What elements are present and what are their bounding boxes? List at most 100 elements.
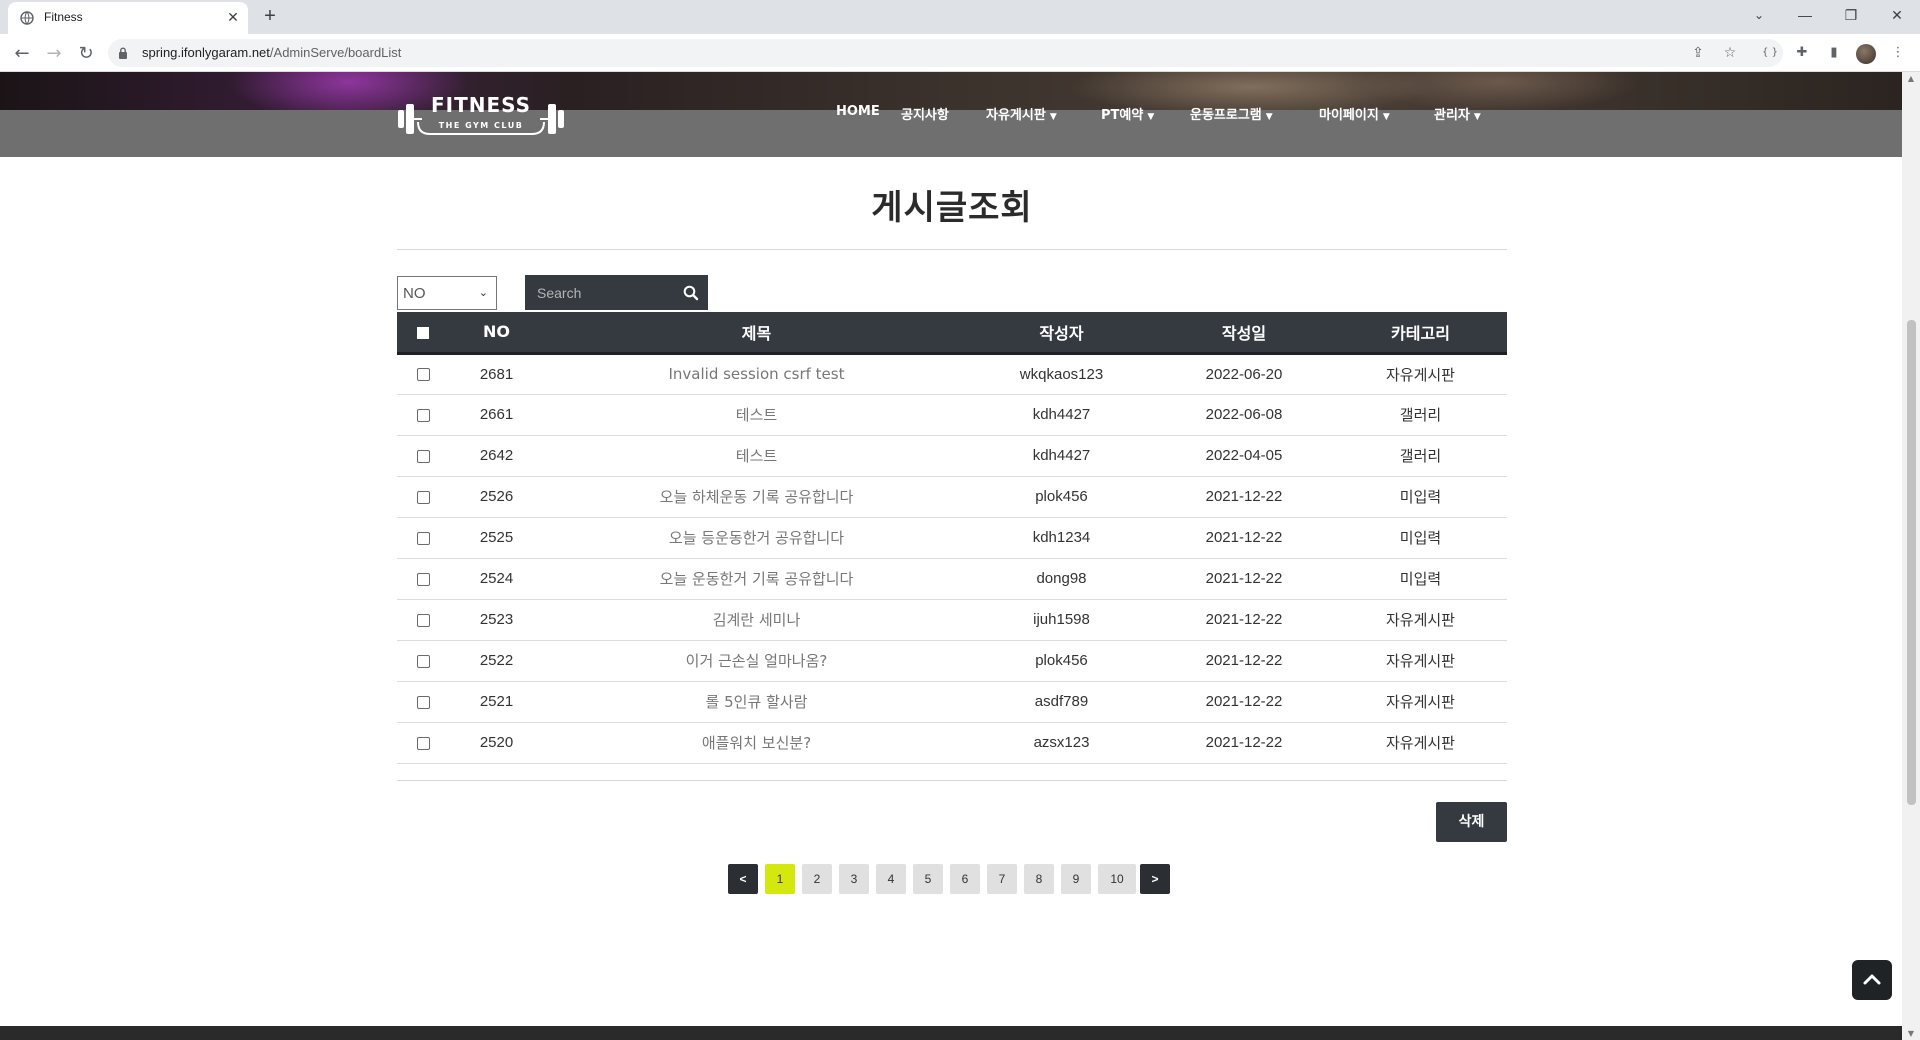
reload-icon[interactable]: ↻ — [74, 42, 98, 66]
nav-pt-reservation[interactable]: PT예약 ▼ — [1101, 104, 1154, 123]
table-row[interactable]: 2526 오늘 하체운동 기록 공유합니다 plok456 2021-12-22 미입력 — [397, 476, 1507, 518]
row-select[interactable] — [397, 681, 449, 723]
scrollbar-thumb[interactable] — [1907, 320, 1916, 805]
cell-title[interactable]: 오늘 하체운동 기록 공유합니다 — [544, 476, 969, 518]
nav-exercise-program[interactable]: 운동프로그램 ▼ — [1190, 104, 1273, 123]
table-row[interactable]: 2522 이거 근손실 얼마나옴? plok456 2021-12-22 자유게시판 — [397, 640, 1507, 682]
nav-free-board[interactable]: 자유게시판 ▼ — [986, 104, 1057, 123]
row-select[interactable] — [397, 722, 449, 764]
row-checkbox[interactable] — [416, 531, 430, 545]
pagination-next[interactable]: > — [1140, 864, 1170, 894]
row-checkbox[interactable] — [416, 572, 430, 586]
row-checkbox[interactable] — [416, 449, 430, 463]
pagination-page[interactable]: 4 — [876, 864, 906, 894]
chevron-down-icon: ▼ — [1049, 112, 1057, 122]
pagination-page[interactable]: 9 — [1061, 864, 1091, 894]
row-select[interactable] — [397, 353, 449, 395]
row-select[interactable] — [397, 517, 449, 559]
browser-tab[interactable]: Fitness ✕ — [8, 2, 248, 34]
fitness-logo[interactable]: FITNESS THE GYM CLUB — [396, 90, 566, 140]
cell-title[interactable]: 테스트 — [544, 435, 969, 477]
minimize-button[interactable]: — — [1782, 0, 1828, 30]
nav-home[interactable]: HOME — [836, 104, 880, 119]
address-bar[interactable]: spring.ifonlygaram.net/AdminServe/boardL… — [108, 39, 1783, 67]
forward-arrow-icon[interactable]: → — [42, 42, 66, 66]
close-window-button[interactable]: ✕ — [1874, 0, 1920, 30]
cell-title[interactable]: Invalid session csrf test — [544, 353, 969, 395]
restore-button[interactable]: ❐ — [1828, 0, 1874, 30]
pagination-page[interactable]: 7 — [987, 864, 1017, 894]
cell-date: 2021-12-22 — [1154, 640, 1334, 682]
board-table: NO 제목 작성자 작성일 카테고리 2681 Invalid session c… — [397, 312, 1507, 764]
cell-title[interactable]: 테스트 — [544, 394, 969, 436]
search-icon[interactable] — [682, 284, 700, 302]
back-arrow-icon[interactable]: ← — [10, 42, 34, 66]
pagination-page-current[interactable]: 1 — [765, 864, 795, 894]
row-checkbox[interactable] — [416, 736, 430, 750]
cell-category: 미입력 — [1334, 517, 1507, 559]
cell-title[interactable]: 오늘 등운동한거 공유합니다 — [544, 517, 969, 559]
scroll-up-icon[interactable]: ▲ — [1906, 74, 1916, 83]
profile-avatar[interactable] — [1856, 44, 1876, 64]
row-select[interactable] — [397, 599, 449, 641]
table-row[interactable]: 2521 롤 5인큐 할사람 asdf789 2021-12-22 자유게시판 — [397, 681, 1507, 723]
table-row[interactable]: 2681 Invalid session csrf test wkqkaos123 2… — [397, 353, 1507, 395]
cell-title[interactable]: 이거 근손실 얼마나옴? — [544, 640, 969, 682]
row-checkbox[interactable] — [416, 695, 430, 709]
row-select[interactable] — [397, 435, 449, 477]
table-row[interactable]: 2525 오늘 등운동한거 공유합니다 kdh1234 2021-12-22 미입력 — [397, 517, 1507, 559]
row-select[interactable] — [397, 476, 449, 518]
cell-category: 자유게시판 — [1334, 681, 1507, 723]
table-row[interactable]: 2520 애플워치 보신분? azsx123 2021-12-22 자유게시판 — [397, 722, 1507, 764]
tab-close-icon[interactable]: ✕ — [224, 8, 242, 26]
new-tab-button[interactable]: + — [258, 5, 282, 29]
side-panel-icon[interactable]: ▮ — [1824, 43, 1844, 63]
row-select[interactable] — [397, 394, 449, 436]
nav-label: HOME — [836, 104, 880, 119]
divider — [397, 780, 1507, 781]
table-row[interactable]: 2661 테스트 kdh4427 2022-06-08 갤러리 — [397, 394, 1507, 436]
scroll-down-icon[interactable]: ▼ — [1906, 1029, 1916, 1038]
pagination-page[interactable]: 3 — [839, 864, 869, 894]
puzzle-icon[interactable]: ✚ — [1792, 43, 1812, 63]
row-checkbox[interactable] — [416, 368, 430, 382]
cell-writer: azsx123 — [969, 722, 1154, 764]
cell-category: 갤러리 — [1334, 394, 1507, 436]
row-select[interactable] — [397, 640, 449, 682]
pagination-page[interactable]: 6 — [950, 864, 980, 894]
pagination-page[interactable]: 2 — [802, 864, 832, 894]
pagination-page[interactable]: 5 — [913, 864, 943, 894]
lock-icon — [119, 47, 127, 59]
pagination-page[interactable]: 8 — [1024, 864, 1054, 894]
bookmark-star-icon[interactable]: ☆ — [1720, 43, 1740, 63]
scroll-to-top-button[interactable] — [1852, 960, 1892, 1000]
table-row[interactable]: 2642 테스트 kdh4427 2022-04-05 갤러리 — [397, 435, 1507, 477]
tab-search-icon[interactable]: ⌄ — [1736, 0, 1782, 30]
nav-notice[interactable]: 공지사항 — [901, 104, 949, 123]
row-checkbox[interactable] — [416, 654, 430, 668]
share-icon[interactable]: ⇪ — [1688, 43, 1708, 63]
delete-button[interactable]: 삭제 — [1436, 802, 1507, 842]
row-checkbox[interactable] — [416, 613, 430, 627]
search-field-select[interactable]: NO ⌄ — [397, 276, 497, 310]
table-row[interactable]: 2524 오늘 운동한거 기록 공유합니다 dong98 2021-12-22 미입력 — [397, 558, 1507, 600]
extension-icon[interactable]: { } — [1760, 43, 1780, 63]
pagination-page[interactable]: 10 — [1098, 864, 1136, 894]
cell-title[interactable]: 김계란 세미나 — [544, 599, 969, 641]
cell-title[interactable]: 오늘 운동한거 기록 공유합니다 — [544, 558, 969, 600]
search-input[interactable] — [525, 275, 675, 310]
table-row[interactable]: 2523 김계란 세미나 ijuh1598 2021-12-22 자유게시판 — [397, 599, 1507, 641]
row-checkbox[interactable] — [416, 490, 430, 504]
select-all-header[interactable] — [397, 312, 449, 355]
page-scrollbar[interactable]: ▲ ▼ — [1902, 72, 1920, 1040]
row-select[interactable] — [397, 558, 449, 600]
menu-kebab-icon[interactable]: ⋮ — [1888, 43, 1908, 63]
pagination-prev[interactable]: < — [728, 864, 758, 894]
cell-title[interactable]: 롤 5인큐 할사람 — [544, 681, 969, 723]
nav-mypage[interactable]: 마이페이지 ▼ — [1319, 104, 1390, 123]
select-all-checkbox[interactable] — [417, 326, 429, 339]
row-checkbox[interactable] — [416, 408, 430, 422]
cell-title[interactable]: 애플워치 보신분? — [544, 722, 969, 764]
nav-admin[interactable]: 관리자 ▼ — [1434, 104, 1481, 123]
cell-date: 2021-12-22 — [1154, 599, 1334, 641]
